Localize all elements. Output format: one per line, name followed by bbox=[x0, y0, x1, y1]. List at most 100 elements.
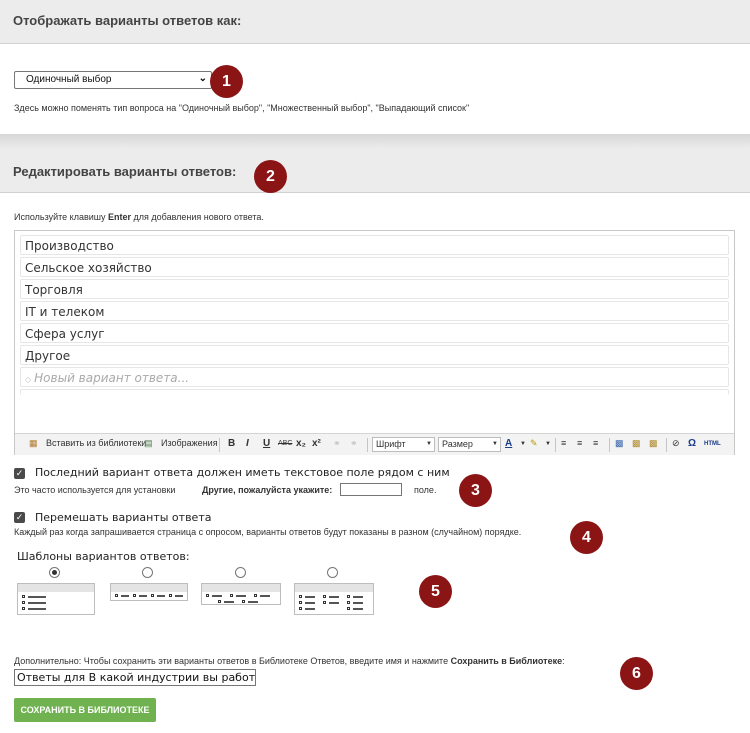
template-option-dot bbox=[218, 600, 221, 603]
template-header bbox=[295, 584, 373, 592]
drag-handle-icon: ◇ bbox=[25, 375, 32, 384]
other-field-checkbox[interactable]: ✓ bbox=[14, 468, 25, 479]
other-field-label: Последний вариант ответа должен иметь те… bbox=[35, 466, 450, 479]
template-radio-3[interactable] bbox=[235, 567, 246, 578]
align-center-icon[interactable]: ≡ bbox=[577, 438, 582, 448]
save-to-library-button[interactable]: СОХРАНИТЬ В БИБЛИОТЕКЕ bbox=[14, 698, 156, 722]
template-header bbox=[202, 584, 280, 592]
section-divider bbox=[0, 134, 750, 149]
answer-item[interactable]: Сфера услуг bbox=[20, 323, 729, 343]
answer-item[interactable]: IT и телеком bbox=[20, 301, 729, 321]
hint-prefix: Используйте клавишу bbox=[14, 212, 108, 222]
template-option-dot bbox=[299, 595, 302, 598]
template-card-1[interactable] bbox=[17, 583, 95, 615]
template-option-dot bbox=[242, 600, 245, 603]
template-option-line bbox=[305, 608, 315, 610]
library-note-prefix: Дополнительно: Чтобы сохранить эти вариа… bbox=[14, 656, 451, 666]
paste-text-icon[interactable]: ▩ bbox=[632, 438, 641, 449]
eraser-icon[interactable]: ⊘ bbox=[672, 438, 680, 449]
answer-item[interactable]: Сельское хозяйство bbox=[20, 257, 729, 277]
bold-button[interactable]: B bbox=[228, 438, 235, 449]
other-field-note-bold: Другие, пожалуйста укажите: bbox=[202, 485, 333, 495]
template-option-dot bbox=[22, 595, 25, 598]
template-card-3[interactable] bbox=[201, 583, 281, 605]
image-icon: ▤ bbox=[144, 438, 153, 448]
library-icon: ▦ bbox=[29, 438, 38, 448]
unlink-icon[interactable]: ⚭ bbox=[350, 438, 358, 449]
template-option-dot bbox=[22, 601, 25, 604]
template-option-dot bbox=[347, 595, 350, 598]
toolbar-separator bbox=[367, 438, 368, 452]
template-radio-1[interactable] bbox=[49, 567, 60, 578]
html-source-button[interactable]: HTML bbox=[704, 441, 721, 447]
chevron-down-icon[interactable]: ▼ bbox=[545, 441, 551, 447]
template-option-line bbox=[353, 602, 363, 604]
paste-word-icon[interactable]: ▩ bbox=[649, 438, 658, 449]
text-color-icon[interactable]: A bbox=[505, 438, 512, 449]
hint-key: Enter bbox=[108, 212, 132, 222]
subscript-button[interactable]: x₂ bbox=[296, 438, 306, 449]
answer-item[interactable]: Производство bbox=[20, 235, 729, 255]
template-option-line bbox=[329, 602, 339, 604]
superscript-button[interactable]: x² bbox=[312, 438, 321, 449]
template-option-line bbox=[353, 608, 363, 610]
template-option-dot bbox=[133, 594, 136, 597]
other-field-input[interactable] bbox=[340, 483, 402, 496]
template-option-line bbox=[121, 595, 129, 597]
section-header-display-type: Отображать варианты ответов как: bbox=[0, 0, 750, 44]
step-badge-4: 4 bbox=[570, 521, 603, 554]
link-icon[interactable]: ⚭ bbox=[333, 438, 341, 449]
font-select[interactable]: Шрифт ▼ bbox=[372, 437, 435, 452]
section-header-edit-answers: Редактировать варианты ответов: bbox=[0, 149, 750, 193]
new-answer-input[interactable]: ◇ Новый вариант ответа... bbox=[20, 367, 729, 387]
question-type-select[interactable]: Одиночный выбор ⌄ bbox=[14, 71, 212, 89]
template-card-2[interactable] bbox=[110, 583, 188, 601]
template-option-line bbox=[28, 608, 46, 610]
template-card-4[interactable] bbox=[294, 583, 374, 615]
toolbar-separator bbox=[219, 438, 220, 452]
templates-title: Шаблоны вариантов ответов: bbox=[17, 550, 190, 563]
template-header bbox=[18, 584, 94, 592]
step-badge-6: 6 bbox=[620, 657, 653, 690]
insert-library-button[interactable]: Вставить из библиотеки bbox=[46, 438, 146, 448]
template-radio-2[interactable] bbox=[142, 567, 153, 578]
italic-button[interactable]: I bbox=[246, 438, 249, 449]
size-select[interactable]: Размер ▼ bbox=[438, 437, 501, 452]
template-radio-4[interactable] bbox=[327, 567, 338, 578]
template-option-line bbox=[212, 595, 222, 597]
omega-icon[interactable]: Ω bbox=[688, 438, 696, 449]
step-badge-5: 5 bbox=[419, 575, 452, 608]
chevron-down-icon[interactable]: ▼ bbox=[520, 441, 526, 447]
shuffle-checkbox[interactable]: ✓ bbox=[14, 512, 25, 523]
template-option-dot bbox=[230, 594, 233, 597]
align-left-icon[interactable]: ≡ bbox=[561, 438, 566, 448]
template-option-dot bbox=[323, 601, 326, 604]
answer-item[interactable]: Другое bbox=[20, 345, 729, 365]
toolbar-separator bbox=[666, 438, 667, 452]
step-badge-2: 2 bbox=[254, 160, 287, 193]
template-option-dot bbox=[115, 594, 118, 597]
template-option-line bbox=[139, 595, 147, 597]
underline-button[interactable]: U bbox=[263, 438, 270, 449]
editor-toolbar: ▦ Вставить из библиотеки ▤ Изображения B… bbox=[15, 433, 734, 455]
images-button[interactable]: Изображения bbox=[161, 438, 218, 448]
paste-icon[interactable]: ▩ bbox=[615, 438, 624, 449]
highlight-color-icon[interactable]: ✎ bbox=[530, 438, 538, 449]
step-badge-3: 3 bbox=[459, 474, 492, 507]
hint-suffix: для добавления нового ответа. bbox=[131, 212, 264, 222]
template-option-line bbox=[28, 596, 46, 598]
align-right-icon[interactable]: ≡ bbox=[593, 438, 598, 448]
strikethrough-button[interactable]: ABC bbox=[278, 440, 292, 447]
template-option-line bbox=[329, 596, 339, 598]
font-select-label: Шрифт bbox=[376, 439, 406, 449]
library-name-input[interactable]: Ответы для В какой индустрии вы работает… bbox=[14, 669, 256, 686]
template-option-line bbox=[157, 595, 165, 597]
template-option-line bbox=[305, 596, 315, 598]
shuffle-note: Каждый раз когда запрашивается страница … bbox=[14, 527, 522, 537]
chevron-down-icon: ▼ bbox=[492, 441, 498, 447]
toolbar-separator bbox=[555, 438, 556, 452]
library-note: Дополнительно: Чтобы сохранить эти вариа… bbox=[14, 656, 565, 666]
chevron-down-icon: ⌄ bbox=[198, 73, 207, 84]
answer-item[interactable]: Торговля bbox=[20, 279, 729, 299]
template-option-dot bbox=[254, 594, 257, 597]
